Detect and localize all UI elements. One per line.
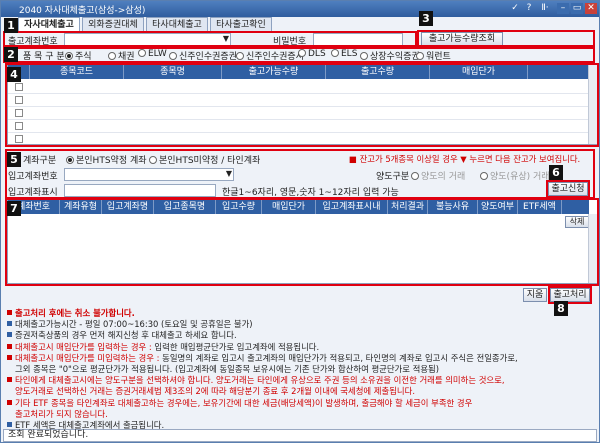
title-bar: 2040 자사대체출고(삼성->삼성) ✓ ? Ⅱ· – ▭ ✕ — [1, 1, 599, 17]
account-select[interactable]: ▼ — [64, 33, 231, 46]
request-grid-scrollbar[interactable] — [588, 214, 597, 283]
col-out-qty: 출고수량 — [326, 65, 430, 79]
product-option-7[interactable]: 상장수익증권 — [360, 49, 420, 62]
grid-row-divider — [8, 106, 589, 107]
notice-item: 대체출고시 매입단가를 미입력하는 경우 : 동일명의 계좌로 입고시 출고계좌… — [7, 352, 518, 364]
row-checkbox[interactable] — [15, 135, 23, 143]
product-option-1[interactable]: 채권 — [108, 49, 135, 62]
notice-item: 증권저축상품의 경우 먼저 해지신청 후 대체출고 하세요 합니다. — [7, 329, 237, 341]
row-checkbox[interactable] — [15, 83, 23, 91]
radio-transfer-paid[interactable]: 양도(유상) 거래 — [480, 169, 550, 182]
product-option-3[interactable]: 신주인수권증권 — [169, 49, 237, 62]
grid-scrollbar[interactable] — [588, 65, 597, 144]
delete-button[interactable]: 삭제 — [565, 216, 589, 228]
window-title: 2040 자사대체출고(삼성->삼성) — [19, 6, 146, 16]
radio-own-account[interactable]: 본인HTS약정 계좌 — [66, 153, 147, 166]
notice-item: 대체출고시 매입단가를 입력하는 경우 : 입력한 매입평균단가로 입고계좌에 … — [7, 341, 319, 353]
close-button[interactable]: ✕ — [585, 3, 597, 14]
balance-notice: ■ 잔고가 5개종목 이상일 경우 ▼ 누르면 다음 잔고가 보여집니다. — [349, 154, 581, 164]
tab-self-transfer[interactable]: 자사대체출고 — [18, 17, 80, 33]
callout-badge-4: 4 — [7, 67, 21, 82]
col-etf-tax: ETF세액 — [518, 200, 562, 214]
row-checkbox[interactable] — [15, 96, 23, 104]
row-checkbox[interactable] — [15, 109, 23, 117]
password-field[interactable] — [313, 33, 403, 46]
radio-other-account[interactable]: 본인HTS미약정 / 타인계좌 — [149, 153, 260, 166]
product-option-5[interactable]: DLS — [298, 49, 326, 59]
minimize-button[interactable]: – — [557, 3, 569, 14]
grid-row-divider — [8, 119, 589, 120]
notice-item: 기타 ETF 종목을 타인계좌로 대체출고하는 경우에는, 보유기간에 대한 세… — [7, 397, 472, 409]
pause-icon[interactable]: Ⅱ· — [539, 3, 551, 14]
account-type-label: 계좌구분 — [23, 156, 57, 166]
notice-item: 그외 종목은 "0"으로 평균단가가 적용됩니다. (입고계좌에 동일종목 보유… — [15, 364, 440, 374]
display-hint: 한글1~6자리, 영문,숫자 1~12자리 입력 가능 — [222, 188, 399, 198]
password-label: 비밀번호 — [273, 37, 307, 47]
process-button[interactable]: 출고처리 — [550, 288, 590, 302]
col-avail-qty: 출고가능수량 — [222, 65, 326, 79]
notice-item: 출고처리 후에는 취소 불가합니다. — [7, 307, 135, 319]
product-option-8[interactable]: 워런트 — [416, 49, 451, 62]
product-option-6[interactable]: ELS — [331, 49, 357, 59]
deposit-account-label: 입고계좌번호 — [8, 172, 58, 182]
notice-item: 양도거래로 선택하신 거래는 증권거래세법 제3조의 2에 따라 해당분기 종료… — [15, 386, 415, 397]
callout-badge-7: 7 — [7, 201, 21, 216]
radio-transfer-free[interactable]: 양도의 거래 — [411, 169, 465, 182]
tab-other-transfer[interactable]: 타사대체출고 — [146, 17, 208, 33]
row-checkbox[interactable] — [15, 122, 23, 130]
col-qty: 입고수량 — [216, 200, 262, 214]
request-grid[interactable]: 계좌번호 계좌유형 입고계좌명 입고종목명 입고수량 매입단가 입고계좌표시내 … — [7, 199, 598, 284]
balance-grid[interactable]: 종목코드 종목명 출고가능수량 출고수량 매입단가 — [7, 64, 598, 145]
request-button[interactable]: 출고신청 — [548, 182, 588, 196]
col-code: 종목코드 — [30, 65, 124, 79]
query-button[interactable]: 출고가능수량조회 — [421, 32, 503, 46]
col-unit-price: 매입단가 — [262, 200, 316, 214]
callout-badge-3: 3 — [419, 11, 433, 26]
product-option-2[interactable]: ELW — [138, 49, 167, 59]
col-name: 종목명 — [124, 65, 222, 79]
product-option-0[interactable]: 주식 — [65, 49, 92, 62]
notice-item: 타인에게 대체출고시에는 양도구분을 선택하셔야 합니다. 양도거래는 타인에게… — [7, 374, 504, 386]
status-bar: 조회 완료되었습니다. — [3, 429, 597, 442]
grid-row-divider — [8, 93, 589, 94]
callout-badge-6: 6 — [549, 165, 563, 180]
balance-grid-header: 종목코드 종목명 출고가능수량 출고수량 매입단가 — [8, 65, 589, 79]
col-reason: 불능사유 — [428, 200, 478, 214]
col-item-name: 입고종목명 — [154, 200, 216, 214]
request-grid-header: 계좌번호 계좌유형 입고계좌명 입고종목명 입고수량 매입단가 입고계좌표시내 … — [8, 200, 589, 214]
product-label: 품 목 구 분 — [23, 52, 65, 62]
account-label: 출고계좌번호 — [8, 37, 58, 47]
tab-other-confirm[interactable]: 타사출고확인 — [210, 17, 272, 33]
notice-item: 대체출고가능시간 - 평일 07:00~16:30 (토요일 및 공휴일은 불가… — [7, 318, 253, 330]
col-deposit-name: 입고계좌명 — [102, 200, 154, 214]
col-display: 입고계좌표시내 — [316, 200, 388, 214]
callout-badge-2: 2 — [4, 47, 18, 62]
col-result: 처리결과 — [388, 200, 428, 214]
notice-item: 출고처리가 되지 않습니다. — [15, 408, 108, 419]
deposit-account-select[interactable]: ▼ — [64, 168, 234, 181]
deposit-display-label: 입고계좌표시 — [8, 188, 58, 198]
grid-row-divider — [8, 132, 589, 133]
main-window: 2040 자사대체출고(삼성->삼성) ✓ ? Ⅱ· – ▭ ✕ 자사대체출고 … — [0, 0, 600, 443]
check-icon[interactable]: ✓ — [509, 3, 521, 14]
reset-button[interactable]: 지움 — [523, 288, 547, 302]
callout-badge-1: 1 — [4, 18, 18, 33]
col-price: 매입단가 — [430, 65, 528, 79]
col-account-type: 계좌유형 — [60, 200, 102, 214]
callout-badge-5: 5 — [7, 152, 21, 167]
col-transfer: 양도여부 — [478, 200, 518, 214]
product-option-4[interactable]: 신주인수권증서 — [236, 49, 304, 62]
callout-badge-8: 8 — [554, 301, 568, 316]
maximize-button[interactable]: ▭ — [571, 3, 583, 14]
deposit-display-field[interactable] — [64, 184, 216, 197]
help-icon[interactable]: ? — [523, 3, 535, 14]
transfer-type-label: 양도구분 — [376, 172, 410, 182]
tab-foreign-transfer[interactable]: 외화증권대체 — [82, 17, 144, 33]
